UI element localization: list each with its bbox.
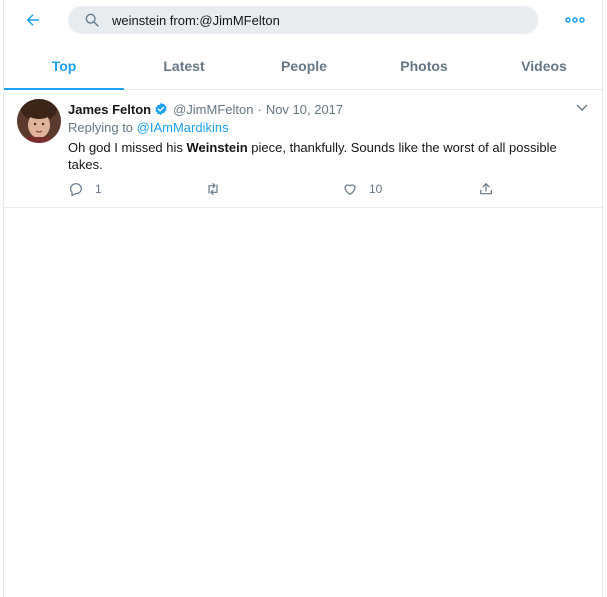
reply-icon: [70, 183, 82, 197]
separator-dot: ·: [257, 101, 262, 117]
author-handle[interactable]: @JimMFelton: [173, 102, 253, 117]
tweet[interactable]: James Felton @JimMFelton · Nov 10, 2017 …: [4, 90, 604, 208]
search-tabs: Top Latest People Photos Videos: [4, 44, 604, 90]
main-column: Top Latest People Photos Videos James Fe…: [3, 0, 604, 597]
replying-to-handle[interactable]: @IAmMardikins: [137, 120, 229, 135]
search-term-highlight: Weinstein: [186, 140, 248, 155]
like-button[interactable]: 10: [342, 179, 382, 199]
avatar[interactable]: [17, 99, 61, 143]
share-button[interactable]: [478, 179, 494, 199]
share-icon: [480, 183, 492, 195]
tweet-header: James Felton @JimMFelton · Nov 10, 2017: [68, 100, 343, 118]
replying-to: Replying to @IAmMardikins: [68, 120, 229, 135]
back-arrow-icon: [26, 14, 39, 26]
chevron-down-icon[interactable]: [574, 100, 590, 116]
back-button[interactable]: [20, 7, 46, 33]
tab-people[interactable]: People: [244, 44, 364, 89]
reply-button[interactable]: 1: [68, 179, 102, 199]
tweet-text: Oh god I missed his Weinstein piece, tha…: [68, 139, 568, 173]
like-count: 10: [369, 182, 383, 196]
retweet-button[interactable]: [205, 179, 232, 199]
more-options-button[interactable]: [562, 10, 588, 30]
tweet-date[interactable]: Nov 10, 2017: [266, 102, 343, 117]
tweet-text-start: Oh god I missed his: [68, 140, 187, 155]
profile-photo-icon: [17, 99, 61, 143]
search-header: [4, 0, 604, 42]
more-dots-icon: [565, 17, 585, 23]
search-input[interactable]: [112, 6, 522, 34]
search-box[interactable]: [68, 6, 538, 34]
tab-videos[interactable]: Videos: [484, 44, 604, 89]
tab-latest[interactable]: Latest: [124, 44, 244, 89]
author-name[interactable]: James Felton: [68, 102, 151, 117]
reply-count: 1: [95, 182, 102, 196]
tab-top[interactable]: Top: [4, 44, 124, 90]
verified-badge-icon: [155, 102, 167, 116]
replying-prefix: Replying to: [68, 120, 134, 135]
heart-icon: [344, 184, 356, 195]
search-icon: [85, 13, 99, 27]
tweet-actions: 1 10: [68, 179, 508, 199]
tab-photos[interactable]: Photos: [364, 44, 484, 89]
retweet-icon: [208, 183, 218, 195]
